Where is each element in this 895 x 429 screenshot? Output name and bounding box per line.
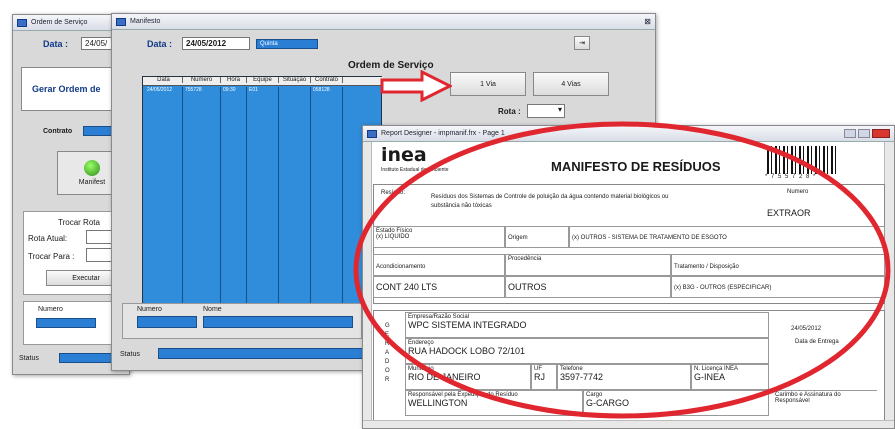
close-icon[interactable]: ⊠ — [644, 17, 651, 26]
column-header[interactable]: Contrato — [311, 77, 343, 83]
gerar-label: Gerar Ordem de — [32, 84, 101, 94]
numero-field[interactable] — [137, 316, 197, 328]
table-cell: 09:30 — [221, 87, 247, 307]
trocar-title: Trocar Rota — [58, 218, 100, 227]
numero-field[interactable] — [36, 318, 96, 328]
status-field — [158, 348, 368, 359]
rota-atual-label: Rota Atual: — [28, 234, 68, 243]
nome-field[interactable] — [203, 316, 353, 328]
check-icon — [84, 160, 100, 176]
weekday-field: Quinta — [256, 39, 318, 49]
bottom-panel: Numero Nome — [122, 303, 362, 339]
exit-button[interactable]: ⇥ — [574, 36, 590, 50]
4-vias-button[interactable]: 4 Vias — [533, 72, 609, 96]
column-header[interactable]: Data — [145, 77, 183, 83]
rota-select[interactable]: ▾ — [527, 104, 565, 118]
date-field[interactable]: 24/05/2012 — [182, 37, 250, 50]
app-icon — [116, 17, 126, 26]
data-label: Data : — [147, 39, 173, 49]
status-label: Status — [120, 351, 140, 358]
column-header[interactable]: Situação — [279, 77, 311, 83]
4-vias-label: 4 Vias — [561, 80, 581, 88]
rota-label: Rota : — [498, 107, 521, 116]
highlight-ellipse — [353, 121, 891, 419]
chevron-down-icon: ▾ — [557, 105, 562, 114]
numero-label: Numero — [38, 306, 63, 313]
column-header[interactable]: Numero — [183, 77, 221, 83]
column-header[interactable]: Hora — [221, 77, 247, 83]
arrow-icon — [380, 70, 452, 102]
table-header: Data Numero Hora Equipe Situação Contrato — [143, 77, 383, 86]
executar-label: Executar — [72, 274, 100, 282]
1-via-label: 1 Via — [480, 80, 496, 88]
table-cell: E01 — [247, 87, 279, 307]
contrato-label: Contrato — [43, 128, 73, 135]
status-label: Status — [19, 355, 39, 362]
numero-label: Numero — [137, 306, 162, 313]
nome-label: Nome — [203, 306, 222, 313]
title-bar: Manifesto ⊠ — [112, 14, 655, 30]
table-cell: 058128 — [311, 87, 343, 307]
manifest-label: Manifest — [78, 179, 106, 186]
trocar-para-label: Trocar Para : — [28, 252, 75, 261]
window-title: Manifesto — [130, 18, 161, 25]
exit-icon: ⇥ — [579, 40, 585, 47]
column-header[interactable]: Equipe — [247, 77, 279, 83]
data-label: Data : — [43, 39, 69, 49]
window-title: Ordem de Serviço — [31, 19, 88, 26]
table-cell: 755728 — [183, 87, 221, 307]
1-via-button[interactable]: 1 Via — [450, 72, 526, 96]
table-cell — [279, 87, 311, 307]
table-row[interactable]: 24/05/2012 755728 09:30 E01 058128 — [143, 87, 383, 307]
app-icon — [17, 18, 27, 27]
table-cell: 24/05/2012 — [145, 87, 183, 307]
